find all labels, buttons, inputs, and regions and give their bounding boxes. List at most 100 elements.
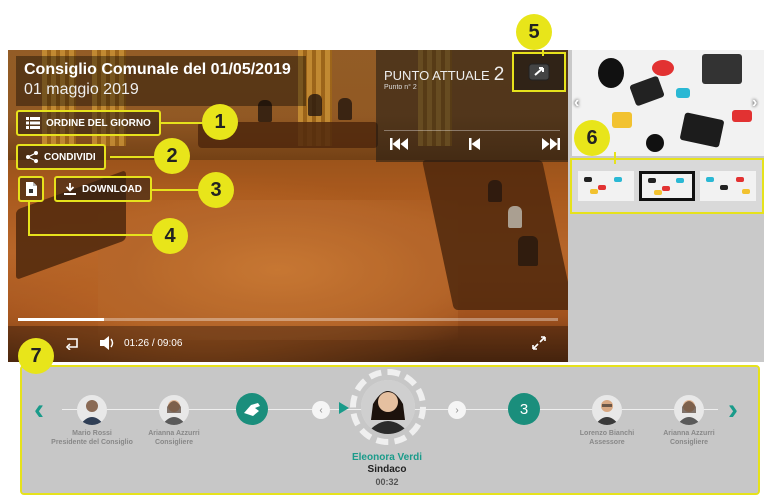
skip-first-button[interactable] [388,136,410,152]
callout-badge: 6 [574,120,610,156]
speaker-queue-count[interactable]: 3 [508,393,540,425]
avatar[interactable] [674,395,704,425]
preview-object [702,54,742,84]
speakers-next-arrow[interactable]: › [728,395,738,425]
previous-icon [469,138,480,150]
playback-time: 01:26 / 09:06 [124,338,182,349]
avatar[interactable] [159,395,189,425]
download-button-label: DOWNLOAD [82,183,142,195]
active-speaker-name: Eleonora Verdi [351,452,423,463]
fullscreen-icon [532,336,546,350]
person-icon [162,400,186,425]
person-icon [677,400,701,425]
document-thumbnails [570,158,764,214]
person-icon [361,380,415,434]
time-separator: / [151,338,155,349]
speaker-label: Arianna Azzurri Consigliere [644,429,734,447]
current-point-number: 2 [493,64,505,85]
progress-bar[interactable] [18,318,558,321]
preview-next-arrow[interactable]: › [752,94,757,112]
preview-object [679,112,725,148]
total-duration: 09:06 [157,338,183,349]
previous-point-button[interactable] [464,136,486,152]
video-title-overlay: Consiglio Comunale del 01/05/2019 01 mag… [16,56,306,106]
documents-panel: ‹ › [568,50,764,362]
current-point-subtitle: Punto n° 2 [384,84,417,91]
speaker-prev-button[interactable]: ‹ [312,401,330,419]
callout-leader [614,152,616,164]
current-time: 01:26 [124,338,150,349]
callout-leader [160,122,204,124]
player-control-bar: 01:26 / 09:06 [8,326,568,362]
callout-leader [28,234,152,236]
volume-button[interactable] [100,336,116,355]
active-speaker-ring [350,369,426,445]
hand-raise-icon [244,403,260,416]
speaker-name: Arianna Azzurri [663,430,715,437]
preview-object [612,112,632,128]
preview-prev-arrow[interactable]: ‹ [574,94,579,112]
callout-badge: 5 [516,14,552,50]
current-point-panel: PUNTO ATTUALE 2 Punto n° 2 [376,50,568,162]
speaker-role: Consigliere [669,439,709,446]
queue-count-text: 3 [519,400,529,418]
speakers-prev-arrow[interactable]: ‹ [34,395,44,425]
speaker-role: Assessore [589,439,625,446]
video-player[interactable]: Consiglio Comunale del 01/05/2019 01 mag… [8,50,568,362]
callout-leader [28,202,30,236]
callout-badge: 2 [154,138,190,174]
speaker-name: Arianna Azzurri [148,430,200,437]
speaker-label: Arianna Azzurri Consigliere [129,429,219,447]
callout-leader [110,156,156,158]
speaker-role: Consigliere [154,439,194,446]
speakers-timeline: ‹ › Mario Rossi Presidente del Consiglio … [20,365,760,495]
skip-last-icon [542,138,560,150]
current-point-divider [384,130,560,131]
callout-badge: 7 [18,338,54,374]
download-icon [64,183,76,195]
preview-object [732,110,752,122]
preview-object [652,60,674,76]
avatar[interactable] [592,395,622,425]
preview-object [598,58,624,88]
volume-icon [100,336,114,350]
callout-badge: 1 [202,104,238,140]
active-speaker-role: Sindaco [367,464,407,475]
replay-icon [65,338,78,351]
speaker-label: Lorenzo Bianchi Assessore [562,429,652,447]
speaker-next-button[interactable]: › [448,401,466,419]
active-speaker-play-icon [339,402,349,414]
document-thumbnail-selected[interactable] [638,171,695,201]
agenda-button-label: ORDINE DEL GIORNO [46,117,151,129]
share-icon [26,151,38,163]
download-button[interactable]: DOWNLOAD [54,176,152,202]
current-point-label: PUNTO ATTUALE 2 [384,64,504,86]
replay-button[interactable] [64,336,80,355]
preview-object [676,88,690,98]
agenda-button[interactable]: ORDINE DEL GIORNO [16,110,161,136]
fullscreen-button[interactable] [532,336,546,355]
document-thumbnail[interactable] [578,171,635,201]
active-speaker-time: 00:32 [375,477,399,487]
list-icon [26,117,40,129]
skip-first-icon [390,138,408,150]
share-button[interactable]: CONDIVIDI [16,144,106,170]
session-title: Consiglio Comunale del 01/05/2019 [24,61,291,78]
person-icon [80,400,104,425]
document-button[interactable] [18,176,44,202]
callout-leader [542,50,544,56]
person-icon [595,400,619,425]
callout-badge: 4 [152,218,188,254]
skip-last-button[interactable] [540,136,562,152]
picture-in-picture-icon [528,63,550,81]
speaker-name: Mario Rossi [72,430,112,437]
avatar[interactable] [361,380,415,434]
speaker-request-marker[interactable] [236,393,268,425]
preview-object [629,75,665,107]
document-thumbnail[interactable] [699,171,756,201]
avatar[interactable] [77,395,107,425]
pip-toggle-button[interactable] [512,52,566,92]
session-date: 01 maggio 2019 [24,81,139,98]
current-point-text: PUNTO ATTUALE [384,68,490,83]
callout-badge: 3 [198,172,234,208]
